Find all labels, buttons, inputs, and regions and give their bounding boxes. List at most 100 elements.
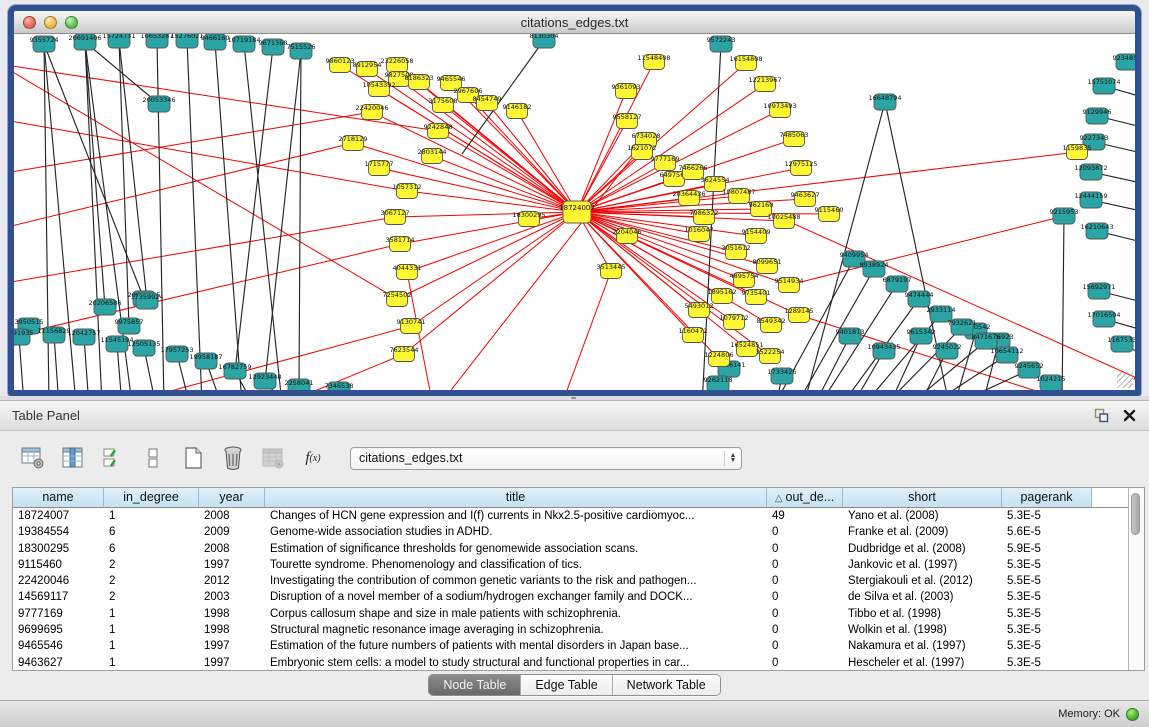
table-cell-out_degree[interactable]: 0 [767,606,843,622]
table-cell-title[interactable]: Genome-wide association studies in ADHD. [265,524,767,540]
column-header-pagerank[interactable]: pagerank [1002,488,1092,507]
scrollbar-thumb[interactable] [1131,493,1140,535]
minimize-window-button[interactable] [44,16,57,29]
table-cell-in_degree[interactable]: 1 [104,508,199,524]
table-cell-year[interactable]: 1997 [199,557,265,573]
table-cell-short[interactable]: de Silva et al. (2003) [843,589,1002,605]
column-header-out-degree[interactable]: △out_de... [767,488,843,507]
table-cell-title[interactable]: Tourette syndrome. Phenomenology and cla… [265,557,767,573]
table-cell-name[interactable]: 9463627 [13,655,104,670]
column-header-year[interactable]: year [199,488,265,507]
table-cell-name[interactable]: 18724007 [13,508,104,524]
column-header-in-degree[interactable]: in_degree [104,488,199,507]
table-cell-name[interactable]: 22420046 [13,573,104,589]
table-row[interactable]: 911546021997Tourette syndrome. Phenomeno… [13,557,1128,573]
table-row[interactable]: 977716911998Corpus callosum shape and si… [13,606,1128,622]
memory-status-indicator[interactable] [1126,708,1139,721]
table-cell-title[interactable]: Estimation of significance thresholds fo… [265,541,767,557]
close-window-button[interactable] [23,16,36,29]
table-row[interactable]: 2242004622012Investigating the contribut… [13,573,1128,589]
table-cell-in_degree[interactable]: 6 [104,524,199,540]
table-cell-out_degree[interactable]: 0 [767,655,843,670]
zoom-window-button[interactable] [65,16,78,29]
table-cell-short[interactable]: Nakamura et al. (1997) [843,638,1002,654]
table-cell-short[interactable]: Stergiakouli et al. (2012) [843,573,1002,589]
table-row[interactable]: 1830029562008Estimation of significance … [13,541,1128,557]
column-header-name[interactable]: name [13,488,104,507]
table-cell-in_degree[interactable]: 2 [104,589,199,605]
new-table-icon[interactable] [180,445,206,471]
table-row[interactable]: 1872400712008Changes of HCN gene express… [13,508,1128,524]
table-cell-out_degree[interactable]: 0 [767,557,843,573]
table-cell-year[interactable]: 2008 [199,508,265,524]
table-cell-title[interactable]: Disruption of a novel member of a sodium… [265,589,767,605]
table-cell-out_degree[interactable]: 0 [767,541,843,557]
table-cell-short[interactable]: Hescheler et al. (1997) [843,655,1002,670]
table-cell-in_degree[interactable]: 1 [104,606,199,622]
delete-column-icon[interactable] [260,445,286,471]
table-cell-pagerank[interactable]: 5.3E-5 [1002,557,1092,573]
window-titlebar[interactable]: citations_edges.txt [14,11,1135,34]
table-cell-name[interactable]: 9777169 [13,606,104,622]
table-cell-pagerank[interactable]: 5.9E-5 [1002,541,1092,557]
table-cell-year[interactable]: 1997 [199,655,265,670]
table-cell-title[interactable]: Estimation of the future numbers of pati… [265,638,767,654]
table-cell-year[interactable]: 2009 [199,524,265,540]
table-cell-name[interactable]: 9115460 [13,557,104,573]
table-selector-dropdown[interactable]: citations_edges.txt ▲▼ [350,447,742,470]
table-cell-year[interactable]: 2008 [199,541,265,557]
table-cell-in_degree[interactable]: 2 [104,573,199,589]
table-cell-title[interactable]: Investigating the contribution of common… [265,573,767,589]
table-cell-out_degree[interactable]: 49 [767,508,843,524]
close-panel-icon[interactable] [1121,408,1137,424]
table-cell-short[interactable]: Jankovic et al. (1997) [843,557,1002,573]
table-cell-year[interactable]: 1997 [199,638,265,654]
table-cell-year[interactable]: 2003 [199,589,265,605]
table-row[interactable]: 946554611997Estimation of the future num… [13,638,1128,654]
table-cell-pagerank[interactable]: 5.3E-5 [1002,589,1092,605]
column-header-short[interactable]: short [843,488,1002,507]
table-cell-title[interactable]: Structural magnetic resonance image aver… [265,622,767,638]
table-cell-short[interactable]: Tibbo et al. (1998) [843,606,1002,622]
table-cell-pagerank[interactable]: 5.3E-5 [1002,655,1092,670]
table-cell-short[interactable]: Franke et al. (2009) [843,524,1002,540]
table-cell-name[interactable]: 14569117 [13,589,104,605]
table-cell-pagerank[interactable]: 5.3E-5 [1002,508,1092,524]
table-cell-short[interactable]: Yano et al. (2008) [843,508,1002,524]
table-cell-name[interactable]: 9699695 [13,622,104,638]
table-cell-out_degree[interactable]: 0 [767,638,843,654]
window-resize-grip[interactable] [1117,372,1133,388]
tab-node-table[interactable]: Node Table [429,675,520,695]
select-columns-icon[interactable] [60,445,86,471]
table-row[interactable]: 1456911722003Disruption of a novel membe… [13,589,1128,605]
table-vertical-scrollbar[interactable] [1128,488,1144,670]
function-builder-icon[interactable]: f(x) [300,445,326,471]
table-cell-short[interactable]: Wolkin et al. (1998) [843,622,1002,638]
network-canvas[interactable]: 1872400793557242069140615724731106532871… [14,34,1135,390]
table-cell-in_degree[interactable]: 1 [104,655,199,670]
tab-network-table[interactable]: Network Table [612,675,720,695]
table-row[interactable]: 1938455462009Genome-wide association stu… [13,524,1128,540]
table-row[interactable]: 969969511998Structural magnetic resonanc… [13,622,1128,638]
table-cell-short[interactable]: Dudbridge et al. (2008) [843,541,1002,557]
column-header-title[interactable]: title [265,488,767,507]
unselect-rows-icon[interactable] [140,445,166,471]
table-cell-year[interactable]: 1998 [199,622,265,638]
table-cell-name[interactable]: 18300295 [13,541,104,557]
float-panel-icon[interactable] [1093,408,1109,424]
delete-table-icon[interactable] [220,445,246,471]
table-cell-in_degree[interactable]: 1 [104,638,199,654]
table-cell-year[interactable]: 1998 [199,606,265,622]
table-cell-pagerank[interactable]: 5.5E-5 [1002,573,1092,589]
table-cell-name[interactable]: 19384554 [13,524,104,540]
select-all-icon[interactable] [100,445,126,471]
table-cell-out_degree[interactable]: 0 [767,622,843,638]
table-cell-out_degree[interactable]: 0 [767,589,843,605]
tab-edge-table[interactable]: Edge Table [520,675,611,695]
table-cell-title[interactable]: Embryonic stem cells: a model to study s… [265,655,767,670]
table-cell-title[interactable]: Corpus callosum shape and size in male p… [265,606,767,622]
table-cell-title[interactable]: Changes of HCN gene expression and I(f) … [265,508,767,524]
table-cell-in_degree[interactable]: 2 [104,557,199,573]
table-cell-out_degree[interactable]: 0 [767,524,843,540]
table-cell-year[interactable]: 2012 [199,573,265,589]
